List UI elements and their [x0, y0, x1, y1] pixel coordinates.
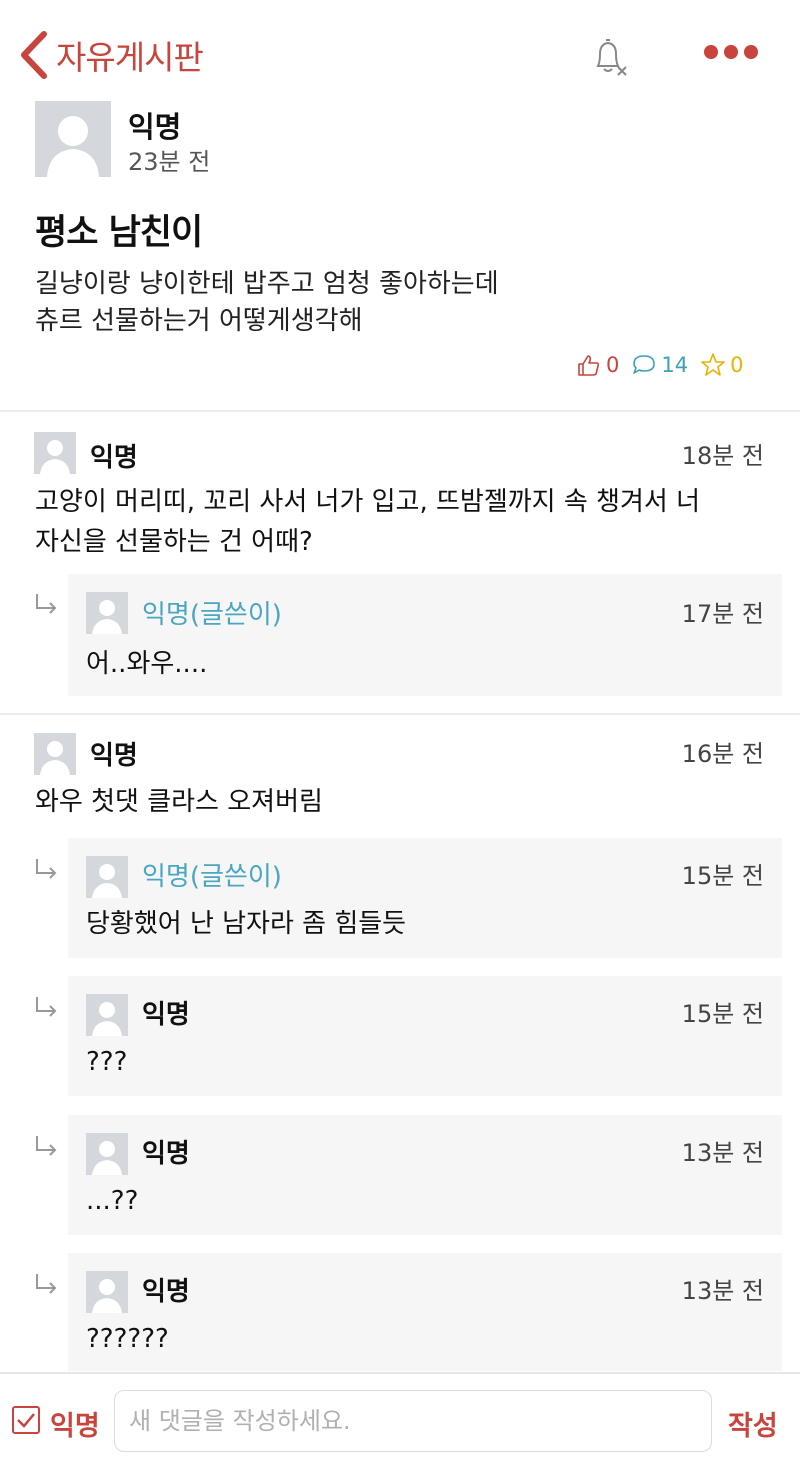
reply: 익명 15분 전 ??? [68, 976, 782, 1096]
reply-author: 익명 [142, 1000, 190, 1030]
reply-avatar [86, 592, 128, 634]
reply-time: 13분 전 [681, 1277, 764, 1305]
like-stat[interactable]: 0 [576, 352, 619, 378]
scrap-stat[interactable]: 0 [700, 352, 743, 378]
reply-text: ??? [86, 1047, 128, 1077]
like-count: 0 [606, 353, 620, 377]
comment-text: 고양이 머리띠, 꼬리 사서 너가 입고, 뜨밤젤까지 속 챙겨서 너 자신을 … [35, 482, 700, 562]
reply-arrow-icon [36, 594, 57, 614]
speech-bubble-icon [633, 355, 656, 374]
reply: 익명(글쓴이) 17분 전 어..와우.... [68, 574, 782, 696]
reply-avatar [86, 1271, 128, 1313]
submit-button[interactable]: 작성 [728, 1404, 778, 1443]
post-title: 평소 남친이 [35, 213, 203, 253]
post-author-avatar [35, 101, 111, 177]
thumbs-up-icon [578, 355, 600, 376]
reply-avatar [86, 856, 128, 898]
reply-arrow-icon [36, 1136, 57, 1156]
reply-time: 15분 전 [681, 862, 764, 890]
comment-time: 16분 전 [681, 740, 764, 768]
comment-text: 와우 첫댓 클라스 오져버림 [35, 782, 323, 822]
comment-author: 익명 [90, 741, 138, 771]
comment-line: 와우 첫댓 클라스 오져버림 [35, 787, 323, 817]
reply-arrow-icon [36, 997, 57, 1017]
post-stats: 0 14 0 [576, 352, 755, 378]
reply-author: 익명(글쓴이) [142, 600, 282, 630]
comment-line: 자신을 선물하는 건 어때? [35, 527, 313, 557]
checkbox-icon [17, 1413, 35, 1428]
reply: 익명 13분 전 ...?? [68, 1115, 782, 1235]
comment-time: 18분 전 [681, 442, 764, 470]
reply-author: 익명 [142, 1277, 190, 1307]
reply-avatar [86, 994, 128, 1036]
reply-text: 어..와우.... [86, 649, 208, 679]
comment-author: 익명 [90, 443, 138, 473]
post-body-line: 길냥이랑 냥이한테 밥주고 엄청 좋아하는데 [35, 269, 499, 299]
star-icon [701, 353, 725, 376]
comment-line: 고양이 머리띠, 꼬리 사서 너가 입고, 뜨밤젤까지 속 챙겨서 너 [35, 487, 700, 517]
scrap-count: 0 [730, 353, 744, 377]
reply-text: ?????? [86, 1324, 169, 1354]
post-time: 23분 전 [128, 148, 211, 176]
reply-text: ...?? [86, 1186, 139, 1216]
more-dots-icon[interactable] [704, 45, 760, 65]
post-body: 길냥이랑 냥이한테 밥주고 엄청 좋아하는데 츄르 선물하는거 어떻게생각해 [35, 266, 499, 340]
divider [0, 713, 800, 715]
bell-off-icon[interactable] [588, 36, 632, 80]
post-author: 익명 [128, 110, 182, 144]
reply-time: 15분 전 [681, 1000, 764, 1028]
top-bar: 자유게시판 [0, 0, 800, 100]
divider [0, 410, 800, 412]
anonymous-label[interactable]: 익명 [50, 1404, 100, 1443]
back-chevron-icon [21, 31, 47, 79]
reply-author: 익명 [142, 1139, 190, 1169]
anonymous-checkbox[interactable] [12, 1406, 40, 1434]
comment-input[interactable] [114, 1390, 712, 1452]
comment-count: 14 [661, 353, 689, 377]
reply: 익명 13분 전 ?????? [68, 1253, 782, 1371]
reply-arrow-icon [36, 859, 57, 879]
comment-stat: 14 [631, 352, 688, 378]
post-body-line: 츄르 선물하는거 어떻게생각해 [35, 306, 363, 336]
back-button[interactable]: 자유게시판 [18, 30, 204, 80]
reply-avatar [86, 1133, 128, 1175]
comment-avatar [34, 733, 76, 775]
board-title: 자유게시판 [56, 38, 204, 77]
reply-arrow-icon [36, 1274, 57, 1294]
reply-author: 익명(글쓴이) [142, 862, 282, 892]
comment-avatar [34, 432, 76, 474]
comment-composer: 익명 작성 [0, 1372, 800, 1463]
reply-time: 17분 전 [681, 600, 764, 628]
reply: 익명(글쓴이) 15분 전 당황했어 난 남자라 좀 힘들듯 [68, 838, 782, 958]
reply-text: 당황했어 난 남자라 좀 힘들듯 [86, 909, 407, 939]
reply-time: 13분 전 [681, 1139, 764, 1167]
